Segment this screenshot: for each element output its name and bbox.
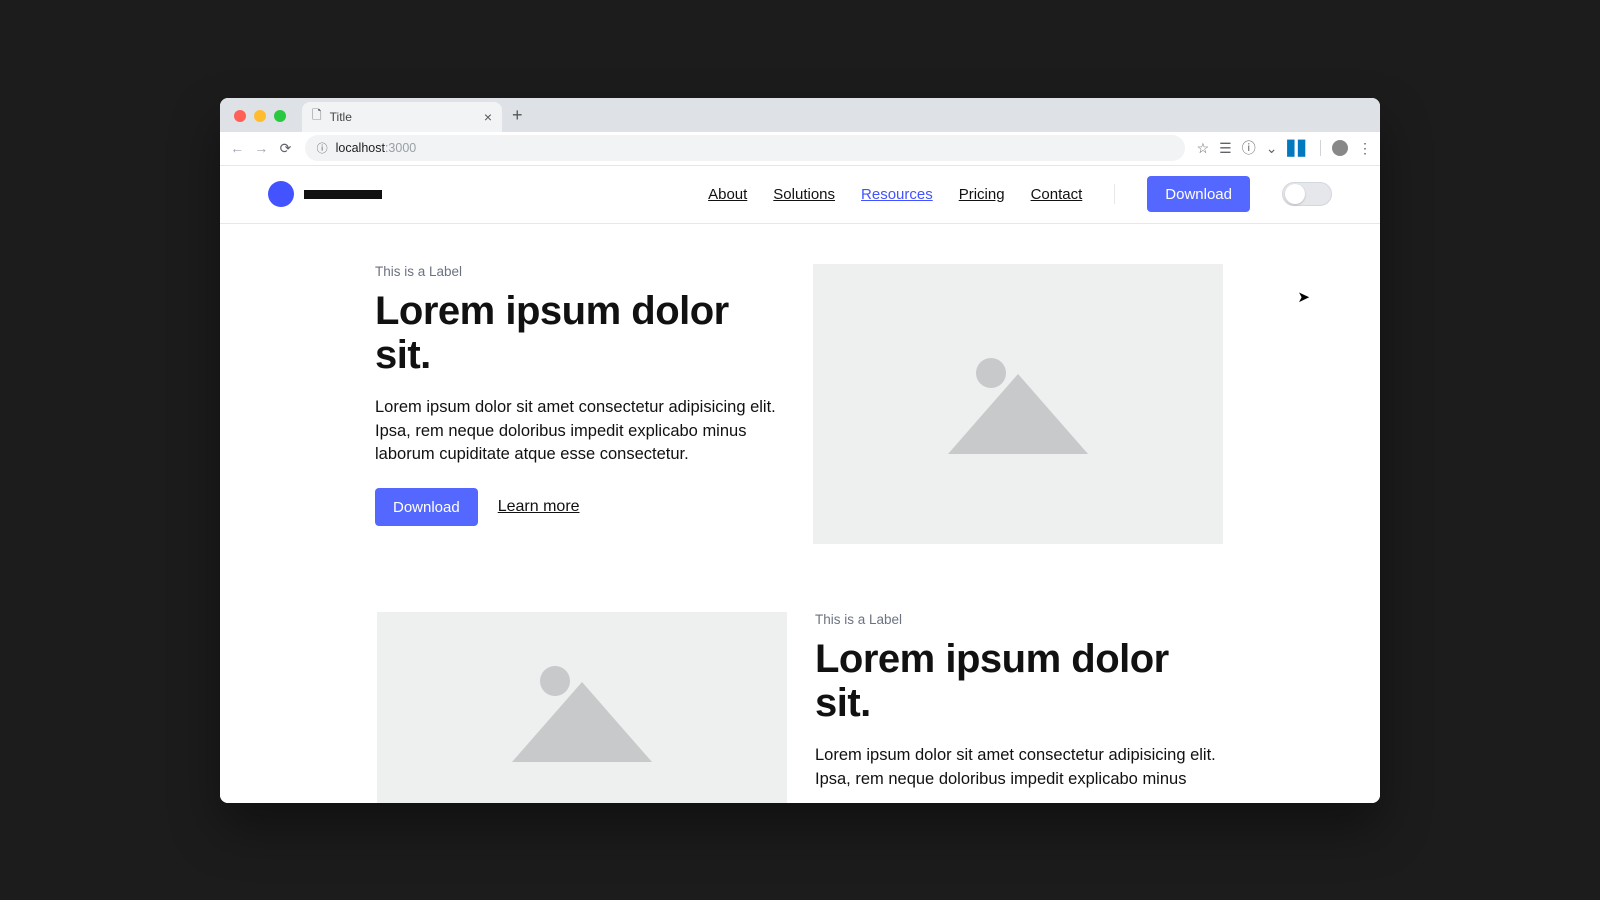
forward-button[interactable]: →	[252, 140, 270, 156]
feature-block: This is a Label Lorem ipsum dolor sit. L…	[375, 612, 1225, 803]
trello-icon[interactable]: ▋▋	[1287, 140, 1309, 157]
window-controls[interactable]	[234, 110, 286, 122]
nav-link-solutions[interactable]: Solutions	[773, 186, 835, 203]
site-info-icon[interactable]: ⓘ	[317, 140, 328, 156]
image-placeholder-icon	[948, 354, 1088, 454]
download-button[interactable]: Download	[1147, 176, 1250, 212]
feature-learn-more-link[interactable]: Learn more	[498, 498, 580, 516]
content-sections: This is a Label Lorem ipsum dolor sit. L…	[375, 224, 1225, 803]
nav-link-about[interactable]: About	[708, 186, 747, 203]
nav-link-pricing[interactable]: Pricing	[959, 186, 1005, 203]
feature-image-placeholder	[813, 264, 1223, 544]
feature-heading: Lorem ipsum dolor sit.	[815, 637, 1225, 727]
feature-body: Lorem ipsum dolor sit amet consectetur a…	[375, 396, 785, 466]
image-placeholder-icon	[512, 662, 652, 762]
feature-copy: This is a Label Lorem ipsum dolor sit. L…	[375, 264, 785, 544]
feature-label: This is a Label	[815, 612, 1225, 627]
back-button[interactable]: ←	[228, 140, 246, 156]
feature-image-placeholder	[377, 612, 787, 803]
tab-title: Title	[330, 110, 352, 124]
toggle-knob	[1285, 184, 1305, 204]
buffer-icon[interactable]: ☰	[1219, 140, 1232, 157]
feature-copy: This is a Label Lorem ipsum dolor sit. L…	[815, 612, 1225, 803]
url-host: localhost	[336, 141, 385, 155]
toolbar: ← → ⟳ ⓘ localhost:3000 ☆ ☰ ⓘ ⌄ ▋▋ ⋮	[220, 132, 1380, 166]
toolbar-icons: ☆ ☰ ⓘ ⌄ ▋▋ ⋮	[1197, 138, 1372, 158]
nav-links: About Solutions Resources Pricing Contac…	[708, 186, 1082, 203]
feature-block: This is a Label Lorem ipsum dolor sit. L…	[375, 264, 1225, 544]
browser-window: 🗋 Title × + ← → ⟳ ⓘ localhost:3000 ☆ ☰ ⓘ…	[220, 98, 1380, 803]
nav-link-contact[interactable]: Contact	[1031, 186, 1083, 203]
nav-divider	[1114, 184, 1115, 204]
feature-download-button[interactable]: Download	[375, 488, 478, 526]
minimize-window-icon[interactable]	[254, 110, 266, 122]
mouse-cursor-icon: ➤	[1297, 288, 1310, 306]
feature-ctas: Download Learn more	[375, 488, 785, 526]
url-port: :3000	[385, 141, 416, 155]
new-tab-button[interactable]: +	[512, 105, 523, 126]
kebab-menu-icon[interactable]: ⋮	[1358, 140, 1372, 157]
browser-tab[interactable]: 🗋 Title ×	[302, 102, 502, 132]
nav-link-resources[interactable]: Resources	[861, 186, 933, 203]
toolbar-divider	[1320, 140, 1321, 156]
pocket-icon[interactable]: ⌄	[1266, 140, 1278, 157]
feature-body: Lorem ipsum dolor sit amet consectetur a…	[815, 744, 1225, 791]
star-icon[interactable]: ☆	[1197, 140, 1210, 157]
profile-avatar-icon[interactable]	[1332, 140, 1348, 156]
page-icon: 🗋	[312, 106, 322, 127]
info-icon[interactable]: ⓘ	[1242, 138, 1256, 158]
logo[interactable]	[268, 181, 382, 207]
close-window-icon[interactable]	[234, 110, 246, 122]
logo-wordmark	[304, 190, 382, 199]
feature-label: This is a Label	[375, 264, 785, 279]
tab-strip: 🗋 Title × +	[220, 98, 1380, 132]
maximize-window-icon[interactable]	[274, 110, 286, 122]
site-navbar: About Solutions Resources Pricing Contac…	[220, 166, 1380, 224]
close-tab-icon[interactable]: ×	[484, 109, 492, 125]
theme-toggle[interactable]	[1282, 182, 1332, 206]
address-bar[interactable]: ⓘ localhost:3000	[305, 135, 1185, 161]
logo-mark-icon	[268, 181, 294, 207]
reload-button[interactable]: ⟳	[276, 140, 294, 157]
feature-heading: Lorem ipsum dolor sit.	[375, 289, 785, 379]
page-viewport: About Solutions Resources Pricing Contac…	[220, 166, 1380, 803]
